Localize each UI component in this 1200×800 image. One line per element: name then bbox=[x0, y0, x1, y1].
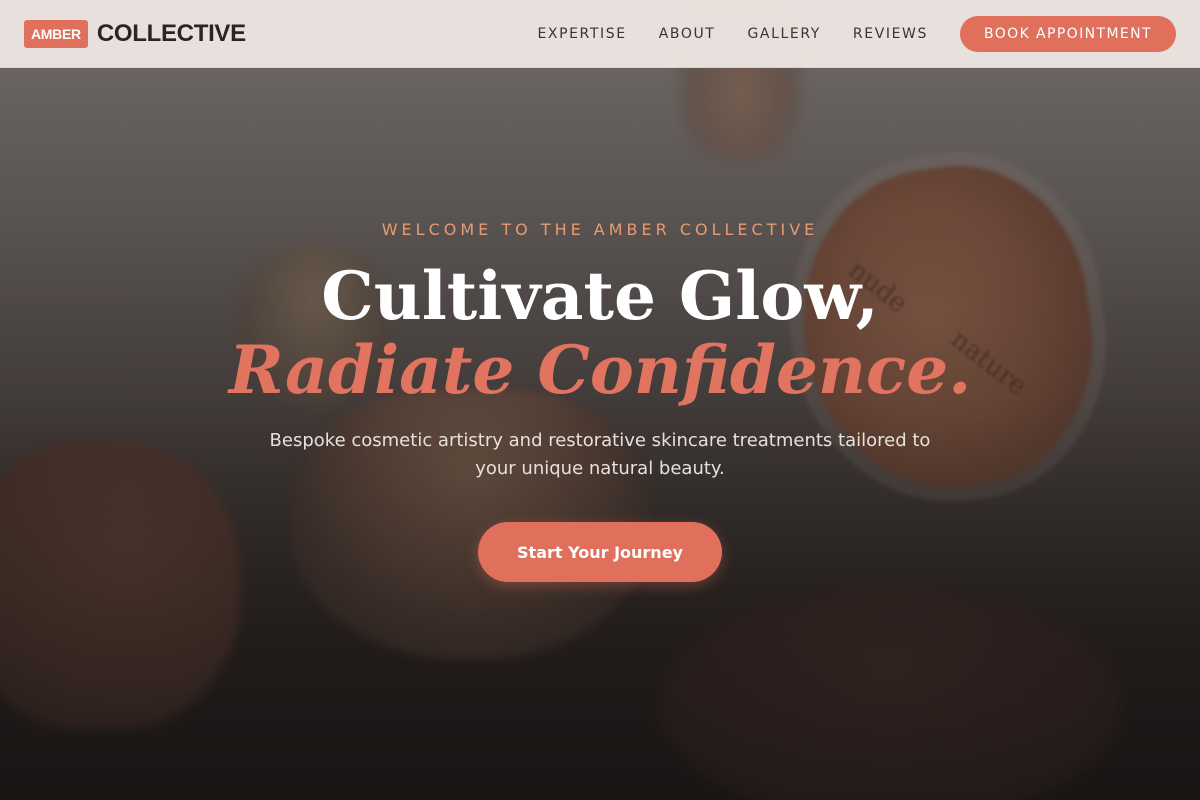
hero-subtitle: Bespoke cosmetic artistry and restorativ… bbox=[269, 430, 931, 479]
nav-link-about[interactable]: ABOUT bbox=[659, 26, 716, 42]
hero-headline-line2: Radiate Confidence. bbox=[228, 331, 972, 409]
nav-link-gallery[interactable]: GALLERY bbox=[747, 26, 820, 42]
nav-link-reviews[interactable]: REVIEWS bbox=[853, 26, 928, 42]
main-nav: EXPERTISE ABOUT GALLERY REVIEWS BOOK APP… bbox=[537, 15, 1176, 52]
start-journey-button[interactable]: Start Your Journey bbox=[478, 522, 722, 582]
hero-headline-line1: Cultivate Glow, bbox=[321, 257, 879, 335]
page: nude nature AMBER COLLECTIVE EXPERTISE A… bbox=[0, 0, 1200, 800]
hero-section: WELCOME TO THE AMBER COLLECTIVE Cultivat… bbox=[0, 0, 1200, 800]
nav-link-expertise[interactable]: EXPERTISE bbox=[537, 26, 626, 42]
hero-eyebrow: WELCOME TO THE AMBER COLLECTIVE bbox=[381, 220, 819, 239]
logo-badge: AMBER bbox=[24, 19, 88, 48]
book-appointment-button[interactable]: BOOK APPOINTMENT bbox=[959, 15, 1176, 52]
logo-wordmark: COLLECTIVE bbox=[96, 19, 246, 47]
top-navbar: AMBER COLLECTIVE EXPERTISE ABOUT GALLERY… bbox=[0, 0, 1200, 68]
brand-logo[interactable]: AMBER COLLECTIVE bbox=[24, 19, 246, 48]
